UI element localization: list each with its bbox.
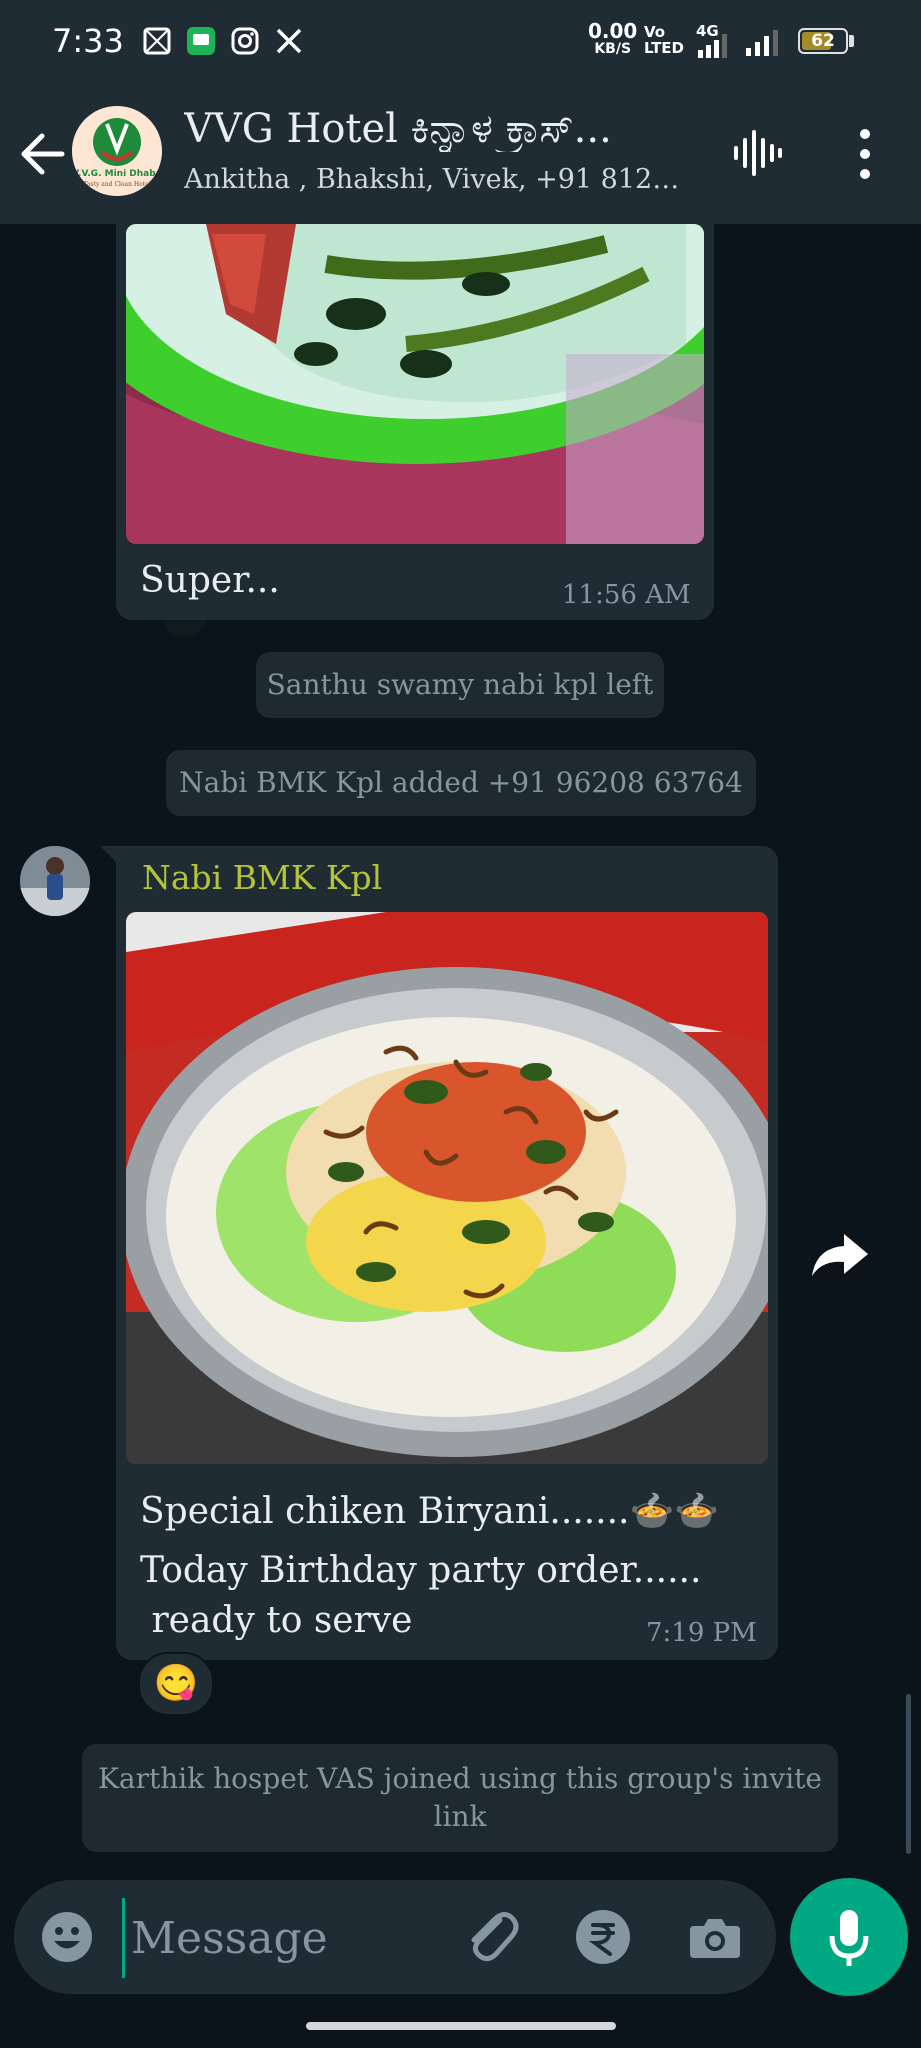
mic-button[interactable] <box>790 1878 908 1996</box>
group-title[interactable]: VVG Hotel ಕಿನ್ನಾಳ ಕ್ರಾಸ್... <box>184 106 694 152</box>
mic-icon <box>829 1910 869 1966</box>
paperclip-icon[interactable] <box>460 1906 522 1968</box>
status-bar: 7:33 0.00 KB/S Vo LTED 4G 62 <box>0 0 921 84</box>
message-time-first: 11:56 AM <box>562 580 691 610</box>
system-message-left: Santhu swamy nabi kpl left <box>256 652 664 718</box>
emoji-icon[interactable] <box>40 1910 94 1964</box>
system-message-joined: Karthik hospet VAS joined using this gro… <box>82 1744 838 1852</box>
biryani-caption-line2: Today Birthday party order...... <box>140 1550 702 1591</box>
message-composer <box>14 1880 776 1994</box>
message-input[interactable] <box>122 1898 463 1978</box>
biryani-image <box>126 912 768 1464</box>
net-speed: 0.00 KB/S <box>588 19 638 58</box>
rupee-icon <box>588 1923 615 1956</box>
battery-indicator: 62 <box>798 28 848 54</box>
food-photo-first[interactable] <box>126 224 704 544</box>
back-arrow-icon[interactable] <box>18 124 68 184</box>
system-message-joined-line2: link <box>433 1800 487 1833</box>
bubble-tail <box>100 846 120 866</box>
net-speed-unit: KB/S <box>594 41 632 57</box>
system-message-joined-line1: Karthik hospet VAS joined using this gro… <box>98 1762 822 1795</box>
vvg-logo-icon: V.V.G. Mini Dhaba Tasty and Clean Hotel <box>72 106 162 196</box>
volte-bottom: LTED <box>644 39 685 57</box>
rupee-payment-button[interactable] <box>576 1910 630 1964</box>
scrollbar[interactable] <box>906 1694 911 1854</box>
logo-tagline: Tasty and Clean Hotel <box>83 181 150 188</box>
biryani-caption-line1: Special chiken Biryani.......🍲🍲 <box>140 1491 720 1532</box>
sender-avatar[interactable] <box>20 846 90 916</box>
instagram-icon <box>231 27 259 55</box>
battery-level: 62 <box>811 31 835 51</box>
sender-name[interactable]: Nabi BMK Kpl <box>142 858 382 897</box>
x-icon <box>276 28 302 54</box>
message-reaction[interactable]: 😋 <box>138 1652 214 1716</box>
volte-top: Vo <box>644 23 666 41</box>
sender-photo <box>20 846 90 916</box>
volte-indicator: Vo LTED <box>644 24 684 56</box>
group-members[interactable]: Ankitha , Bhakshi, Vivek, +91 81234... <box>184 164 694 195</box>
signal-1-icon <box>698 34 727 58</box>
home-indicator[interactable] <box>306 2022 616 2030</box>
message-caption-first: Super... <box>140 560 280 601</box>
voice-wave-icon[interactable] <box>730 128 784 178</box>
logo-text: V.V.G. Mini Dhaba <box>72 169 162 179</box>
biryani-photo[interactable] <box>126 912 768 1464</box>
system-message-added: Nabi BMK Kpl added +91 96208 63764 <box>166 750 756 816</box>
gallery-notification-icon <box>143 27 171 55</box>
biryani-caption-line3: ready to serve <box>140 1600 413 1641</box>
status-time: 7:33 <box>52 22 124 60</box>
reaction-emoji: 😋 <box>153 1663 199 1704</box>
oppo-message-icon <box>187 27 215 55</box>
camera-icon[interactable] <box>686 1908 744 1966</box>
message-time-biryani: 7:19 PM <box>646 1618 757 1648</box>
signal-2-icon <box>746 30 778 56</box>
forward-icon[interactable] <box>808 1226 872 1282</box>
group-avatar[interactable]: V.V.G. Mini Dhaba Tasty and Clean Hotel <box>72 106 162 196</box>
more-vert-icon[interactable] <box>848 126 882 182</box>
fried-food-image <box>126 224 704 544</box>
net-speed-value: 0.00 <box>588 19 638 43</box>
battery-tip <box>849 35 854 47</box>
